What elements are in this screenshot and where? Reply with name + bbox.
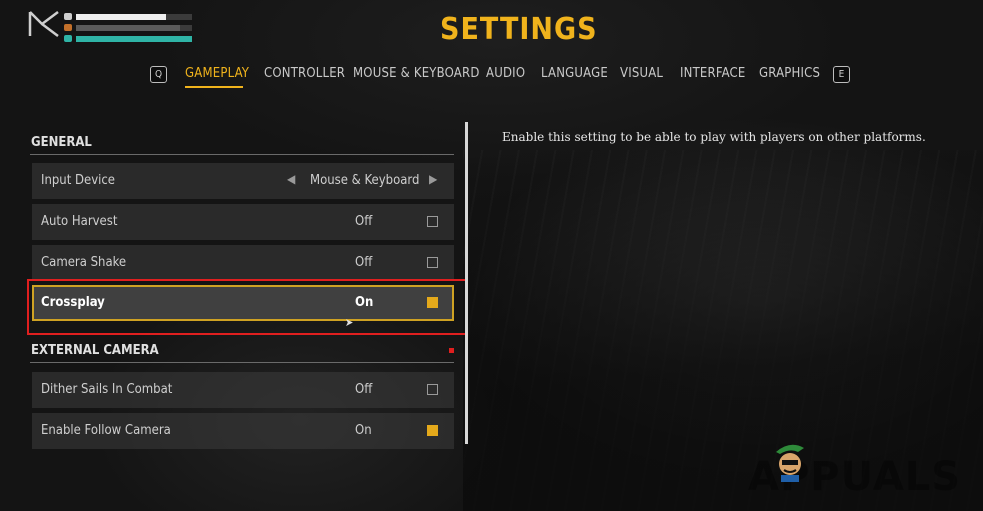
tab-graphics[interactable]: GRAPHICS [759,66,820,81]
tab-controller[interactable]: CONTROLLER [264,66,345,81]
setting-description: Enable this setting to be able to play w… [502,130,926,144]
mouse-cursor-icon: ➤ [345,316,354,329]
setting-value: Off [355,382,373,397]
toggle-checkbox[interactable] [427,297,438,308]
toggle-checkbox[interactable] [427,257,438,268]
setting-value: Mouse & Keyboard [310,173,420,188]
tab-visual[interactable]: VISUAL [620,66,663,81]
setting-row-dither-sails[interactable]: Dither Sails In Combat Off [32,372,454,408]
setting-label: Enable Follow Camera [41,423,171,438]
toggle-checkbox[interactable] [427,216,438,227]
setting-label: Input Device [41,173,116,188]
energy-icon [64,35,72,42]
section-header-external-camera: EXTERNAL CAMERA [30,340,454,363]
setting-value: On [355,295,374,310]
setting-value: Off [355,214,373,229]
section-title: GENERAL [31,135,92,150]
page-title: SETTINGS [440,12,598,47]
setting-row-follow-camera[interactable]: Enable Follow Camera On [32,413,454,449]
setting-row-auto-harvest[interactable]: Auto Harvest Off [32,204,454,240]
prev-tab-key[interactable]: Q [150,66,167,83]
game-logo-icon [28,11,59,37]
active-tab-underline [185,86,243,88]
toggle-checkbox[interactable] [427,425,438,436]
setting-row-camera-shake[interactable]: Camera Shake Off [32,245,454,281]
settings-tabs: Q GAMEPLAY CONTROLLER MOUSE & KEYBOARD A… [150,62,850,92]
tab-mouse-keyboard[interactable]: MOUSE & KEYBOARD [353,66,480,81]
toggle-checkbox[interactable] [427,384,438,395]
setting-value: On [355,423,372,438]
setting-label: Dither Sails In Combat [41,382,173,397]
setting-label: Camera Shake [41,255,127,270]
setting-label: Crossplay [41,295,105,310]
mascot-logo-icon [776,444,804,482]
setting-label: Auto Harvest [41,214,118,229]
next-tab-key[interactable]: E [833,66,850,83]
section-title: EXTERNAL CAMERA [31,343,159,358]
chevron-left-icon[interactable]: ◀ [287,172,295,186]
red-marker [449,348,454,353]
setting-value: Off [355,255,373,270]
stamina-icon [64,24,72,31]
setting-row-input-device[interactable]: Input Device ◀ Mouse & Keyboard ▶ [32,163,454,199]
watermark: APPUALS [748,438,983,500]
scrollbar[interactable] [465,122,468,444]
tab-gameplay[interactable]: GAMEPLAY [185,66,249,81]
energy-bar [76,35,192,42]
section-header-general: GENERAL [30,132,454,155]
setting-row-crossplay[interactable]: Crossplay On [32,285,454,321]
health-bar [76,13,192,20]
tab-language[interactable]: LANGUAGE [541,66,608,81]
tab-audio[interactable]: AUDIO [486,66,525,81]
tab-interface[interactable]: INTERFACE [680,66,746,81]
chevron-right-icon[interactable]: ▶ [429,172,437,186]
health-icon [64,13,72,20]
stamina-bar [76,24,192,31]
